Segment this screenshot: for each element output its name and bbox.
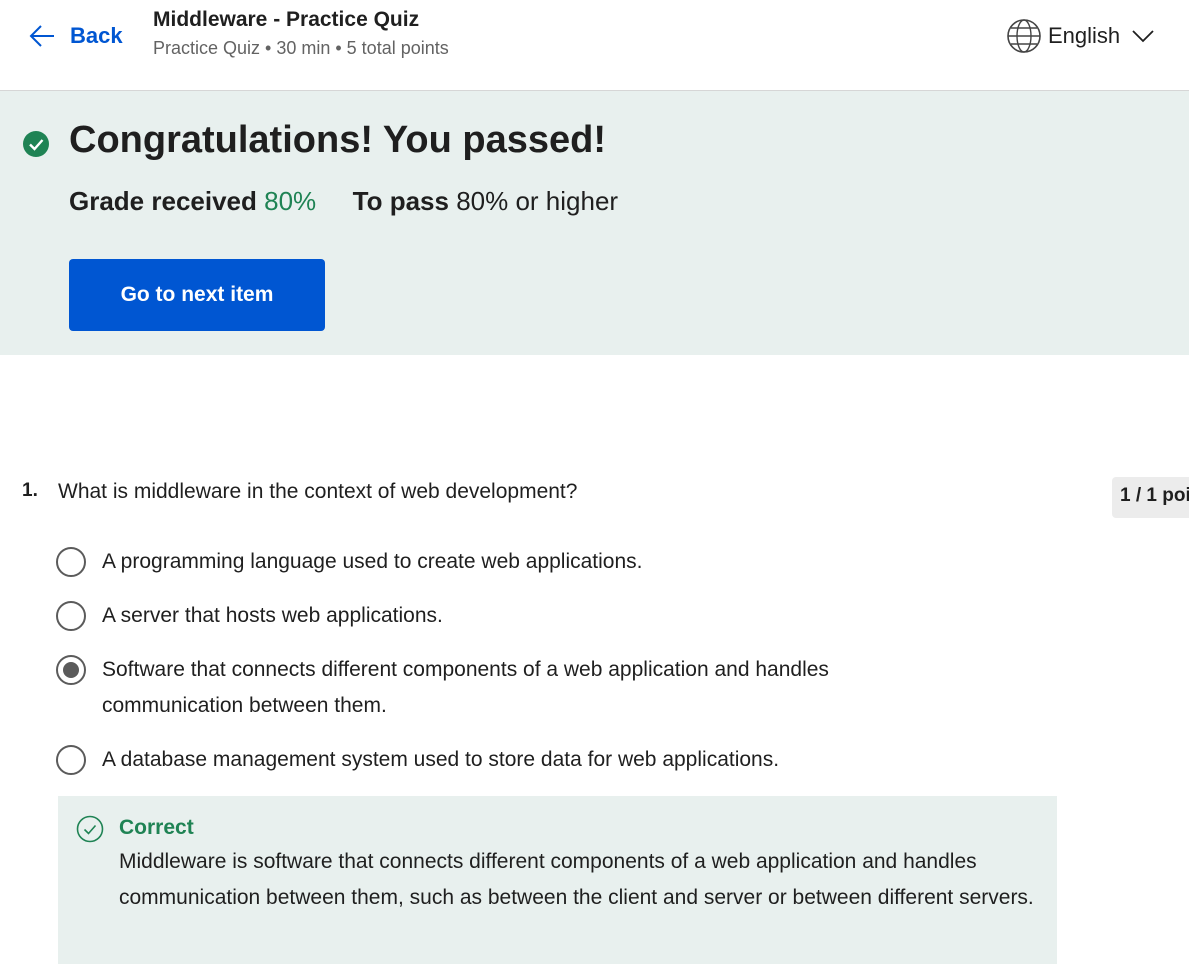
pass-label: To pass bbox=[352, 186, 449, 216]
pass-value: 80% or higher bbox=[456, 186, 619, 216]
language-label: English bbox=[1048, 23, 1121, 48]
feedback-text: Middleware is software that connects dif… bbox=[119, 850, 1034, 909]
radio-icon[interactable] bbox=[56, 655, 86, 685]
feedback-box: Correct Middleware is software that conn… bbox=[58, 796, 1057, 964]
answer-option-selected[interactable]: Software that connects different compone… bbox=[56, 655, 902, 724]
back-button[interactable]: Back bbox=[28, 22, 123, 50]
page-header: Back Middleware - Practice Quiz Practice… bbox=[0, 0, 1189, 91]
question-text: What is middleware in the context of web… bbox=[58, 480, 578, 503]
chevron-down-icon bbox=[1132, 30, 1154, 43]
answer-option[interactable]: A programming language used to create we… bbox=[56, 547, 902, 580]
option-label: A programming language used to create we… bbox=[102, 550, 643, 573]
quiz-meta: Practice Quiz • 30 min • 5 total points bbox=[153, 38, 449, 58]
option-label: A server that hosts web applications. bbox=[102, 604, 443, 627]
question-number: 1. bbox=[22, 480, 38, 501]
result-title: Congratulations! You passed! bbox=[69, 119, 606, 161]
radio-icon[interactable] bbox=[56, 547, 86, 577]
title-block: Middleware - Practice Quiz Practice Quiz… bbox=[153, 8, 449, 59]
page-title: Middleware - Practice Quiz bbox=[153, 8, 420, 31]
option-label: A database management system used to sto… bbox=[102, 748, 780, 771]
option-label: Software that connects different compone… bbox=[102, 658, 829, 717]
check-circle-icon bbox=[23, 131, 49, 157]
language-selector[interactable]: English bbox=[1006, 18, 1156, 54]
arrow-left-icon bbox=[29, 25, 54, 47]
globe-icon bbox=[1007, 19, 1041, 53]
grade-value: 80% bbox=[264, 186, 317, 216]
grade-row: Grade received 80% To pass 80% or higher bbox=[69, 186, 618, 217]
back-label: Back bbox=[70, 23, 123, 48]
radio-icon[interactable] bbox=[56, 601, 86, 631]
next-item-button[interactable]: Go to next item bbox=[69, 259, 325, 331]
answer-option[interactable]: A database management system used to sto… bbox=[56, 745, 902, 778]
radio-icon[interactable] bbox=[56, 745, 86, 775]
feedback-title: Correct bbox=[119, 816, 194, 839]
answer-option[interactable]: A server that hosts web applications. bbox=[56, 601, 902, 634]
grade-label: Grade received bbox=[69, 186, 257, 216]
check-outline-icon bbox=[76, 815, 104, 843]
points-badge: 1 / 1 point bbox=[1112, 477, 1189, 518]
result-banner: Congratulations! You passed! Grade recei… bbox=[0, 91, 1189, 355]
